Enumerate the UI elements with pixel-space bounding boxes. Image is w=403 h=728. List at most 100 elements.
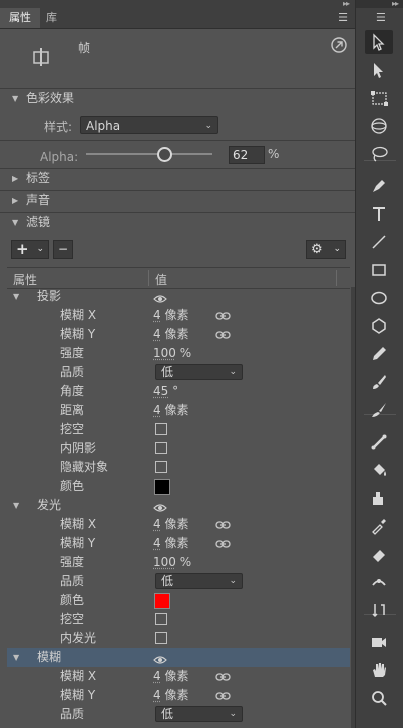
property-value[interactable]: 4 像素 [153,325,188,344]
eye-icon[interactable] [153,652,167,662]
expanded-arrow-icon[interactable]: ▼ [13,648,19,667]
property-value[interactable]: 4 像素 [153,686,188,705]
width-tool[interactable] [365,570,393,594]
property-number[interactable]: 100 [153,555,176,569]
property-number[interactable]: 4 [153,688,161,702]
eyedropper-tool[interactable] [365,514,393,538]
frame-icon [30,47,52,67]
link-icon[interactable] [215,309,231,321]
camera-tool[interactable] [365,630,393,654]
eraser-tool[interactable] [365,542,393,566]
divider [0,140,355,141]
section-sound[interactable]: ▶ 声音 [0,190,355,211]
filter-property-row: 模糊 Y 4 像素 [7,325,350,344]
column-divider[interactable] [148,270,149,286]
property-name: 内发光 [60,629,96,648]
add-filter-button[interactable]: + ⌄ [11,240,49,259]
quality-dropdown[interactable]: 低 ⌄ [155,573,243,589]
expanded-arrow-icon[interactable]: ▼ [13,496,19,515]
property-value[interactable]: 4 像素 [153,667,188,686]
panel-menu-icon[interactable]: ☰ [376,12,388,24]
filter-group-row[interactable]: ▼ 发光 [7,496,350,515]
property-value[interactable]: 4 像素 [153,534,188,553]
eye-icon[interactable] [153,500,167,510]
link-icon[interactable] [215,518,231,530]
pen-tool[interactable] [365,174,393,198]
property-number[interactable]: 4 [153,327,161,341]
link-icon[interactable] [215,328,231,340]
paint-bucket-tool[interactable] [365,458,393,482]
property-value[interactable]: 4 像素 [153,515,188,534]
property-value[interactable]: 100 % [153,553,191,572]
link-icon[interactable] [215,537,231,549]
property-value[interactable]: 45 ° [153,382,178,401]
quality-dropdown[interactable]: 低 ⌄ [155,364,243,380]
alpha-label: Alpha: [40,150,78,164]
panel-drag-bar[interactable]: ▸▸ [0,0,355,8]
hand-tool[interactable] [365,658,393,682]
lasso-tool[interactable] [365,142,393,166]
pencil-tool[interactable] [365,342,393,366]
alpha-input[interactable]: 62 [229,146,265,164]
property-number[interactable]: 4 [153,536,161,550]
collapse-icon[interactable]: ▸▸ [343,0,349,8]
property-number[interactable]: 4 [153,403,161,417]
polystar-tool[interactable] [365,314,393,338]
property-number[interactable]: 4 [153,308,161,322]
asset-warp-tool[interactable] [365,598,393,622]
checkbox[interactable] [155,461,167,473]
property-value[interactable]: 4 像素 [153,401,188,420]
property-number[interactable]: 4 [153,517,161,531]
ink-bottle-tool[interactable] [365,486,393,510]
filter-group-row[interactable]: ▼ 模糊 [7,648,350,667]
section-color-effect[interactable]: ▼ 色彩效果 [0,88,355,109]
property-value[interactable]: 4 像素 [153,306,188,325]
column-divider[interactable] [336,270,337,286]
filter-group-row[interactable]: ▼ 投影 [7,287,350,306]
line-tool[interactable] [365,230,393,254]
filter-options-button[interactable]: ⚙ ⌄ [306,240,346,259]
checkbox[interactable] [155,613,167,625]
checkbox[interactable] [155,632,167,644]
property-number[interactable]: 4 [153,669,161,683]
eye-icon[interactable] [153,291,167,301]
expanded-arrow-icon[interactable]: ▼ [13,287,19,306]
checkbox[interactable] [155,423,167,435]
bone-tool[interactable] [365,430,393,454]
color-swatch[interactable] [154,479,170,495]
chevron-down-icon: ⌄ [229,707,237,722]
tab-library[interactable]: 库 [46,8,57,28]
text-tool[interactable] [365,202,393,226]
paint-bucket-icon [370,461,388,479]
selection-tool[interactable] [365,30,393,54]
brush-tool[interactable] [365,398,393,422]
go-to-icon[interactable] [331,37,347,53]
collapse-icon[interactable]: ▸▸ [392,0,398,8]
filter-property-row: 挖空 [7,420,350,439]
section-filters[interactable]: ▼ 滤镜 [0,212,355,233]
section-label-collapsed[interactable]: ▶ 标签 [0,168,355,189]
alpha-slider-track[interactable] [86,153,212,155]
free-transform-tool[interactable] [365,86,393,110]
panel-menu-icon[interactable]: ☰ [337,12,349,24]
property-value[interactable]: 100 % [153,344,191,363]
property-number[interactable]: 100 [153,346,176,360]
remove-filter-button[interactable]: − [53,240,73,259]
color-swatch[interactable] [154,593,170,609]
property-number[interactable]: 45 [153,384,168,398]
rectangle-tool[interactable] [365,258,393,282]
link-icon[interactable] [215,670,231,682]
quality-dropdown[interactable]: 低 ⌄ [155,706,243,722]
link-icon[interactable] [215,689,231,701]
paint-brush-tool[interactable] [365,370,393,394]
tab-properties[interactable]: 属性 [0,8,40,28]
checkbox[interactable] [155,442,167,454]
quality-value: 低 [161,365,173,379]
alpha-slider-thumb[interactable] [157,147,172,162]
zoom-tool[interactable] [365,686,393,710]
3d-rotation-tool[interactable] [365,114,393,138]
style-dropdown[interactable]: Alpha ⌄ [80,116,218,134]
panel-drag-bar[interactable]: ▸▸ [356,0,403,8]
subselection-tool[interactable] [365,58,393,82]
oval-tool[interactable] [365,286,393,310]
